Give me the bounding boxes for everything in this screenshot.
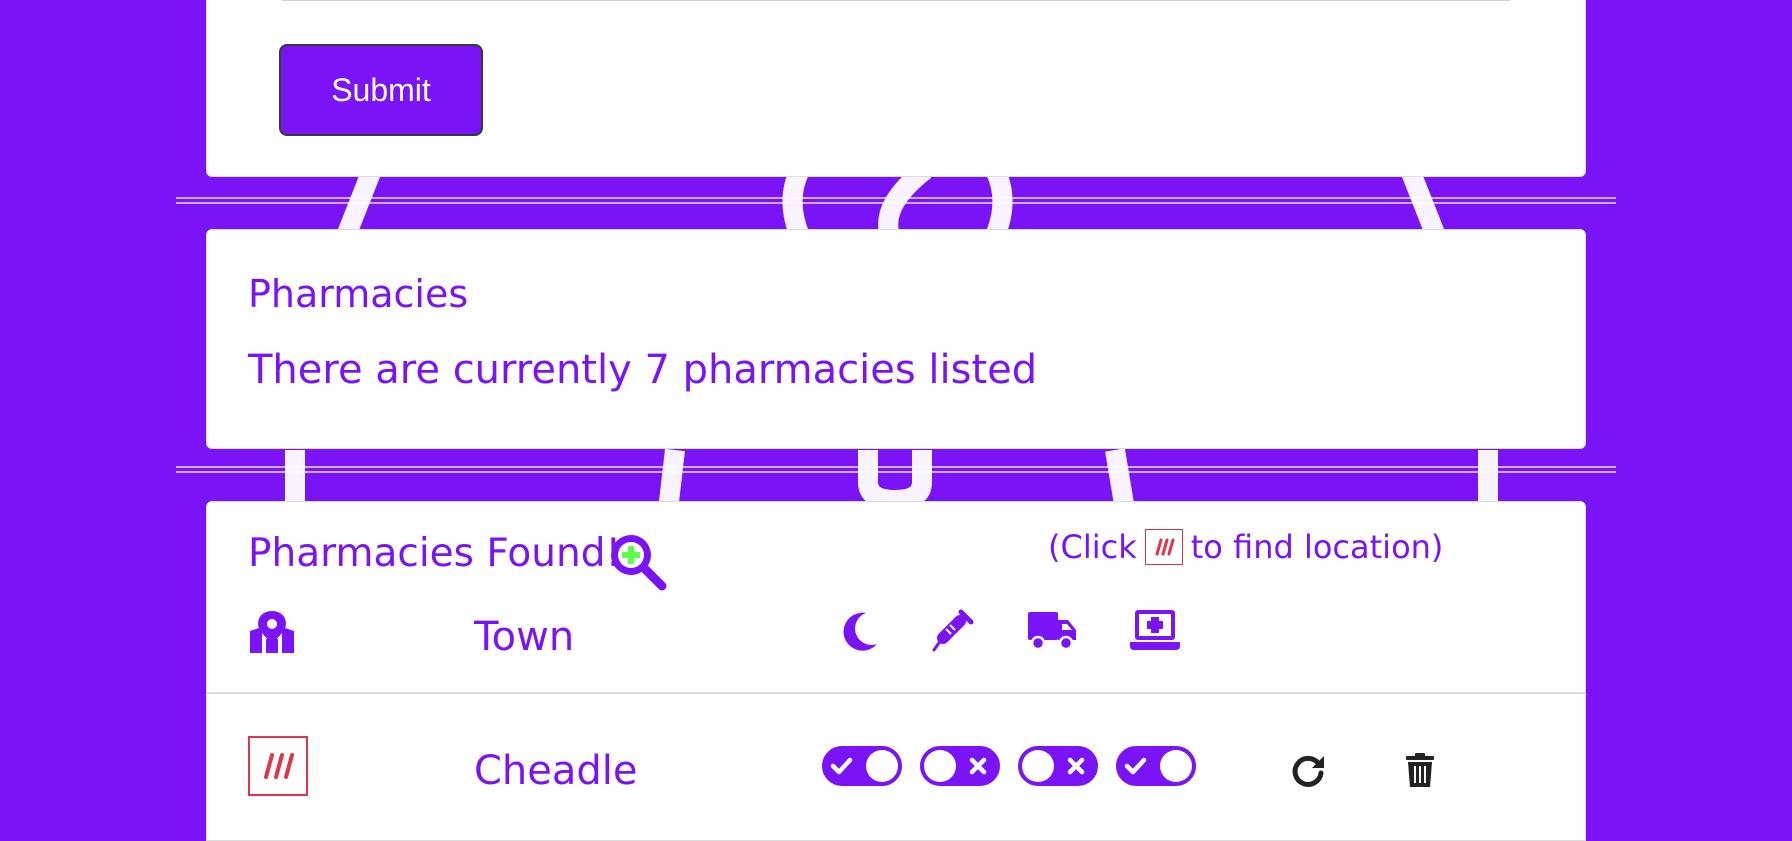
pharmacies-found-heading: Pharmacies Found! [248,531,622,576]
pharmacies-heading: Pharmacies [248,272,469,316]
location-hint-icon [1144,529,1183,565]
location-hint: (Click to find location) [1048,528,1443,566]
map-marker-icon [250,611,294,653]
location-hint-suffix: to find location) [1190,528,1444,566]
table-header-row: Town [207,602,1585,672]
search-plus-icon[interactable] [605,529,669,593]
truck-icon [1028,612,1076,651]
town-column-header: Town [474,614,575,660]
syringe-icon [932,609,974,652]
toggle-delivery-off[interactable] [1018,746,1098,786]
toggle-online-on[interactable] [1116,746,1196,786]
laptop-medical-icon [1130,610,1180,650]
town-cell: Cheadle [474,748,638,794]
toggle-vaccine-off[interactable] [920,746,1000,786]
pharmacy-count-card: Pharmacies There are currently 7 pharmac… [206,229,1586,449]
refresh-icon[interactable] [1290,752,1326,788]
moon-icon [843,612,877,651]
toggle-night-on[interactable] [822,746,902,786]
form-card: Submit [206,0,1586,177]
header-divider [207,692,1585,694]
table-row: Cheadle [207,734,1585,814]
submit-button[interactable]: Submit [279,44,483,136]
location-slashes-icon [264,753,294,779]
pharmacies-found-card: Pharmacies Found! (Click to find locatio… [206,501,1586,841]
find-location-button[interactable] [248,736,308,796]
pharmacy-count-text: There are currently 7 pharmacies listed [248,347,1038,393]
form-input-field[interactable] [278,0,1514,1]
location-hint-prefix: (Click [1048,528,1137,566]
trash-icon[interactable] [1404,752,1436,788]
